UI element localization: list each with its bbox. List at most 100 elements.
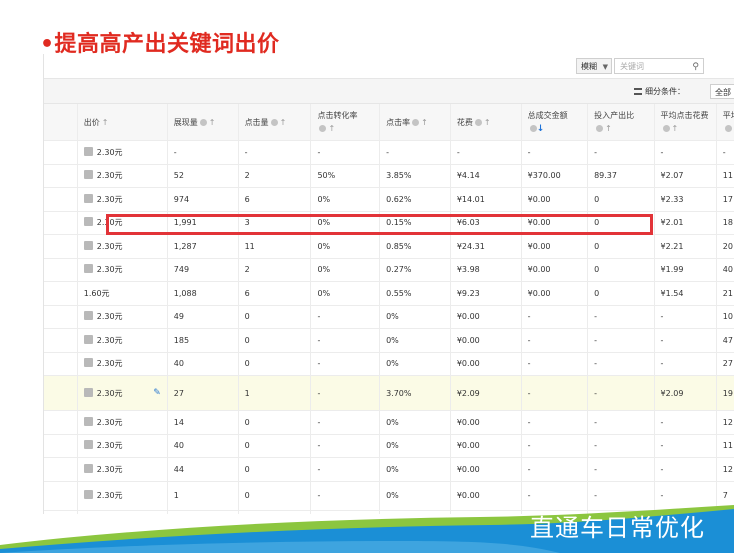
bid-cell[interactable]: 2.30元 xyxy=(77,258,168,282)
column-header[interactable]: 点击量 ↑ xyxy=(238,104,312,141)
help-icon[interactable] xyxy=(270,118,278,126)
table-cell: 0% xyxy=(379,305,451,329)
table-cell: 3.70% xyxy=(379,375,451,411)
column-header[interactable]: 花费 ↑ xyxy=(450,104,522,141)
help-icon[interactable] xyxy=(662,125,670,132)
bid-cell[interactable]: 2.30元 xyxy=(77,140,168,165)
match-mode-select[interactable]: 模糊 ▼ xyxy=(576,58,612,74)
table-cell: ¥0.00 xyxy=(521,281,589,306)
bid-value: 2.30元 xyxy=(96,464,123,474)
column-header[interactable]: 投入产出比 ↑ xyxy=(587,104,655,141)
table-row: 1.60元 1,088 6 0% 0.55% ¥9.23 ¥0.00 0 ¥1.54 21 xyxy=(44,281,734,306)
bid-cell[interactable]: 2.30元 xyxy=(77,328,168,353)
row-spacer xyxy=(44,434,78,458)
keyword-status-icon xyxy=(83,358,93,368)
help-icon[interactable] xyxy=(596,125,604,132)
sort-asc-icon[interactable]: ↑ xyxy=(421,118,428,127)
table-cell: - xyxy=(521,375,589,411)
table-cell: 52 xyxy=(167,164,239,188)
bid-cell[interactable]: 2.30元 xyxy=(77,234,168,259)
table-row: 2.30元 14 0-0% ¥0.00- - -12 xyxy=(44,410,734,435)
sort-asc-icon[interactable]: ↑ xyxy=(209,118,216,127)
help-icon[interactable] xyxy=(412,118,420,126)
table-cell: 18 xyxy=(716,211,734,235)
column-header-label: 平均展现 xyxy=(722,111,734,120)
bid-cell[interactable]: 2.30元 xyxy=(77,434,168,458)
bid-cell[interactable]: 2.30元 xyxy=(77,457,168,482)
table-cell: 49 xyxy=(167,305,239,329)
table-row: 2.30元 44 0-0% ¥0.00- - -12 xyxy=(44,457,734,482)
table-cell: - xyxy=(587,457,655,482)
column-header[interactable]: 平均展现↑ xyxy=(716,104,734,141)
sort-asc-icon[interactable]: ↑ xyxy=(484,118,491,127)
sort-asc-icon[interactable]: ↑ xyxy=(672,124,679,133)
bid-value: 2.30元 xyxy=(96,147,123,157)
help-icon[interactable] xyxy=(319,125,327,132)
table-cell: 27 xyxy=(167,375,239,411)
table-cell: - xyxy=(587,434,655,458)
table-cell: 6 xyxy=(238,281,312,306)
table-cell: 14 xyxy=(167,410,239,435)
column-header-label: 点击率 xyxy=(386,117,411,127)
sort-asc-icon[interactable]: ↑ xyxy=(605,124,612,133)
bid-cell[interactable]: 2.30元 xyxy=(77,187,168,212)
table-cell: - xyxy=(521,352,589,376)
table-cell: 0% xyxy=(379,457,451,482)
edit-pencil-icon[interactable]: ✎ xyxy=(153,388,161,398)
table-cell: - xyxy=(587,305,655,329)
column-header[interactable]: 点击转化率 ↑ xyxy=(310,104,381,141)
table-cell: - xyxy=(654,410,717,435)
table-cell: - xyxy=(238,140,312,165)
column-header-label: 出价 xyxy=(83,117,100,127)
search-toolbar: 模糊 ▼ 关键词 ⚲ xyxy=(44,54,734,78)
search-icon[interactable]: ⚲ xyxy=(692,59,699,75)
table-cell: ¥0.00 xyxy=(450,305,522,329)
column-header-label: 点击转化率 xyxy=(317,111,358,120)
bid-cell[interactable]: 2.30元 xyxy=(77,305,168,329)
table-cell: - xyxy=(521,457,589,482)
table-cell: 50% xyxy=(310,164,381,188)
bid-cell[interactable]: 2.30元 ✎ xyxy=(77,375,168,411)
table-row: 2.30元 40 0-0% ¥0.00- - -27 xyxy=(44,352,734,376)
sort-asc-icon[interactable]: ↑ xyxy=(328,124,335,133)
column-header[interactable]: 出价 ↑ xyxy=(77,104,168,141)
list-icon xyxy=(634,88,642,95)
keyword-search-input[interactable]: 关键词 ⚲ xyxy=(614,58,704,74)
bid-cell[interactable]: 1.60元 xyxy=(77,281,168,306)
help-icon[interactable] xyxy=(474,118,482,126)
table-cell: 0 xyxy=(238,328,312,353)
column-header[interactable]: 点击率 ↑ xyxy=(379,104,451,141)
table-cell: 3.85% xyxy=(379,164,451,188)
bid-cell[interactable]: 2.30元 xyxy=(77,352,168,376)
column-header[interactable]: 平均点击花费 ↑ xyxy=(654,104,717,141)
bid-value: 2.30元 xyxy=(96,265,123,275)
column-header-label: 总成交金额 xyxy=(527,110,568,120)
help-icon[interactable] xyxy=(199,118,207,126)
column-header[interactable]: 展现量 ↑ xyxy=(167,104,239,141)
table-cell: ¥0.00 xyxy=(450,352,522,376)
help-icon[interactable] xyxy=(529,124,537,132)
table-cell: 89.37 xyxy=(587,164,655,188)
bid-cell[interactable]: 2.30元 xyxy=(77,410,168,435)
table-cell: 185 xyxy=(167,328,239,353)
bid-cell[interactable]: 2.30元 xyxy=(77,164,168,188)
table-cell: 47 xyxy=(716,328,734,353)
table-cell: 0.55% xyxy=(379,281,451,306)
table-cell: - xyxy=(716,140,734,165)
bid-value: 2.30元 xyxy=(96,171,123,181)
table-body: 2.30元 - - - - - - - - -2.30元 52 2 50% 3.85% ¥4.14 ¥370.… xyxy=(44,140,734,514)
sort-desc-icon[interactable]: ↓ xyxy=(537,124,545,134)
bid-value: 2.30元 xyxy=(96,491,123,500)
bid-value: 2.30元 xyxy=(96,312,123,322)
filter-select[interactable]: 全部 xyxy=(710,84,734,99)
table-cell: ¥2.01 xyxy=(654,211,717,235)
column-header[interactable]: 总成交金额 ↓ xyxy=(521,104,589,141)
sort-asc-icon[interactable]: ↑ xyxy=(102,118,109,127)
bid-value: 2.30元 xyxy=(96,359,123,369)
table-cell: - xyxy=(587,328,655,353)
table-cell: - xyxy=(310,305,381,329)
sort-asc-icon[interactable]: ↑ xyxy=(280,118,287,127)
keyword-status-icon xyxy=(83,387,93,397)
table-cell: 10 xyxy=(716,305,734,329)
help-icon[interactable] xyxy=(724,125,732,132)
